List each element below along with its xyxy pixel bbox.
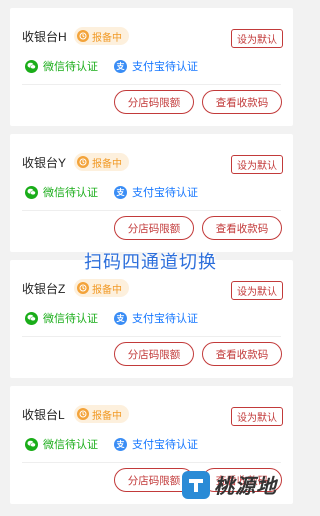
wechat-status-text: 微信待认证 [43,61,98,73]
status-text: 报备中 [92,410,122,422]
status-text: 报备中 [92,32,122,44]
view-qr-button[interactable]: 查看收款码 [202,90,282,114]
wechat-icon [25,437,38,451]
alipay-icon: 支 [114,311,127,325]
cashier-name: 收银台H [22,30,67,44]
alipay-icon: 支 [114,59,127,73]
clock-icon [77,408,89,420]
alipay-status: 支 支付宝待认证 [114,58,198,74]
wechat-icon [25,59,38,73]
wechat-status-text: 微信待认证 [43,439,98,451]
wechat-icon [25,311,38,325]
view-qr-button[interactable]: 查看收款码 [202,216,282,240]
status-badge: 报备中 [74,279,129,297]
alipay-icon: 支 [114,185,127,199]
wechat-status-text: 微信待认证 [43,313,98,325]
wechat-status-text: 微信待认证 [43,187,98,199]
set-default-button[interactable]: 设为默认 [231,29,283,48]
wechat-status: 微信待认证 [25,310,98,326]
wechat-status: 微信待认证 [25,58,98,74]
alipay-status: 支 支付宝待认证 [114,184,198,200]
alipay-status-text: 支付宝待认证 [132,61,198,73]
watermark-text: 桃源地 [214,474,277,498]
set-default-button[interactable]: 设为默认 [231,407,283,426]
wechat-icon [25,185,38,199]
status-badge: 报备中 [74,405,129,423]
wechat-status: 微信待认证 [25,436,98,452]
cashier-card: 收银台Z 报备中 设为默认 微信待认证 支 支付宝待认证 分店码限额 查看收款码 [10,260,293,378]
cashier-name: 收银台L [22,408,65,422]
status-text: 报备中 [92,158,122,170]
alipay-icon: 支 [114,437,127,451]
alipay-status-text: 支付宝待认证 [132,313,198,325]
cashier-name: 收银台Y [22,156,67,170]
clock-icon [77,30,89,42]
cashier-card: 收银台Y 报备中 设为默认 微信待认证 支 支付宝待认证 分店码限额 查看收款码 [10,134,293,252]
status-text: 报备中 [92,284,122,296]
cashier-name: 收银台Z [22,282,66,296]
view-qr-button[interactable]: 查看收款码 [202,342,282,366]
status-badge: 报备中 [74,153,129,171]
overlay-caption: 扫码四通道切换 [84,252,217,272]
watermark: 桃源地 [182,470,277,499]
cashier-card: 收银台H 报备中 设为默认 微信待认证 支 支付宝待认证 分店码限额 查看收款码 [10,8,293,126]
divider [22,210,281,211]
divider [22,336,281,337]
set-default-button[interactable]: 设为默认 [231,155,283,174]
alipay-status: 支 支付宝待认证 [114,436,198,452]
limit-button[interactable]: 分店码限额 [114,342,194,366]
limit-button[interactable]: 分店码限额 [114,90,194,114]
watermark-logo-icon [182,470,210,499]
alipay-status-text: 支付宝待认证 [132,187,198,199]
limit-button[interactable]: 分店码限额 [114,216,194,240]
divider [22,84,281,85]
divider [22,462,281,463]
wechat-status: 微信待认证 [25,184,98,200]
alipay-status-text: 支付宝待认证 [132,439,198,451]
clock-icon [77,156,89,168]
clock-icon [77,282,89,294]
status-badge: 报备中 [74,27,129,45]
set-default-button[interactable]: 设为默认 [231,281,283,300]
alipay-status: 支 支付宝待认证 [114,310,198,326]
